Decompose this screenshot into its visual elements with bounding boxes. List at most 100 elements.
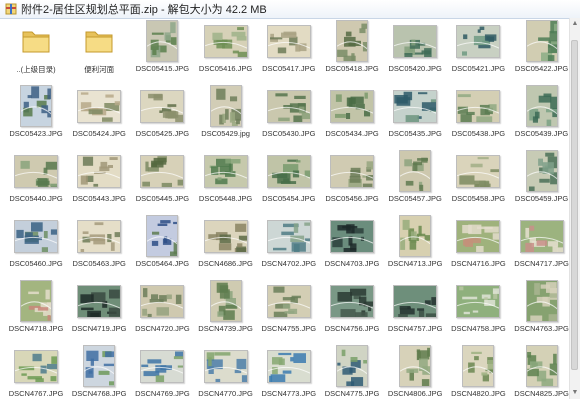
file-item[interactable]: DSCN4763.JPG xyxy=(510,278,574,338)
file-item[interactable]: DSC05424.JPG xyxy=(67,83,131,143)
thumbnail-frame xyxy=(194,278,258,324)
file-item[interactable]: DSC05434.JPG xyxy=(320,83,384,143)
thumbnail-frame xyxy=(320,213,384,259)
file-item[interactable]: DSC05458.JPG xyxy=(446,148,510,208)
file-name: DSCN4820.JPG xyxy=(451,389,506,398)
file-name: DSCN4806.JPG xyxy=(387,389,443,398)
thumbnail-frame xyxy=(446,213,510,259)
image-thumbnail xyxy=(140,284,185,318)
file-name: DSC05430.JPG xyxy=(262,129,316,138)
file-item[interactable]: DSCN4717.JPG xyxy=(510,213,574,273)
folder-item[interactable]: 便利河面 xyxy=(67,18,131,78)
file-item[interactable]: DSCN4720.JPG xyxy=(130,278,194,338)
file-item[interactable]: DSC05425.JPG xyxy=(130,83,194,143)
file-item[interactable]: DSCN4770.JPG xyxy=(194,343,258,403)
thumbnail-frame xyxy=(510,278,574,324)
scroll-thumb[interactable] xyxy=(571,40,578,370)
file-name: DSCN4769.JPG xyxy=(135,389,190,398)
image-thumbnail xyxy=(462,345,495,387)
file-item[interactable]: DSCN4739.JPG xyxy=(194,278,258,338)
thumbnail-frame xyxy=(320,343,384,389)
image-thumbnail xyxy=(456,89,501,123)
image-thumbnail xyxy=(336,20,368,62)
image-thumbnail xyxy=(14,154,58,188)
file-item[interactable]: DSC05430.JPG xyxy=(257,83,321,143)
file-name: DSCN4739.JPG xyxy=(198,324,253,333)
folder-icon xyxy=(22,31,50,53)
file-item[interactable]: DSCN4702.JPG xyxy=(257,213,321,273)
thumbnail-frame xyxy=(67,213,131,259)
file-item[interactable]: DSC05415.JPG xyxy=(130,18,194,78)
file-item[interactable]: DSC05438.JPG xyxy=(446,83,510,143)
thumbnail-frame xyxy=(67,278,131,324)
file-grid: ..(上级目录) 便利河面 DSC05415.JPG DSC05416.JPG DSC0… xyxy=(0,18,570,399)
thumbnail-frame xyxy=(320,18,384,64)
file-item[interactable]: DSC05439.JPG xyxy=(510,83,574,143)
image-thumbnail xyxy=(83,345,116,387)
thumbnail-frame xyxy=(67,18,131,64)
thumbnail-frame xyxy=(320,148,384,194)
file-item[interactable]: DSC05421.JPG xyxy=(446,18,510,78)
file-item[interactable]: DSC05416.JPG xyxy=(194,18,258,78)
file-name: DSC05454.JPG xyxy=(262,194,316,203)
file-item[interactable]: DSC05423.JPG xyxy=(4,83,68,143)
thumbnail-frame xyxy=(446,278,510,324)
file-name: DSCN4713.JPG xyxy=(387,259,443,268)
file-item[interactable]: DSC05464.JPG xyxy=(130,213,194,273)
file-item[interactable]: DSC05443.JPG xyxy=(67,148,131,208)
thumbnail-frame xyxy=(383,18,447,64)
file-item[interactable]: DSCN4686.JPG xyxy=(194,213,258,273)
file-item[interactable]: DSC05456.JPG xyxy=(320,148,384,208)
file-item[interactable]: DSCN4719.JPG xyxy=(67,278,131,338)
image-thumbnail xyxy=(140,89,185,123)
image-thumbnail xyxy=(456,154,501,188)
file-item[interactable]: DSCN4758.JPG xyxy=(446,278,510,338)
thumbnail-frame xyxy=(67,343,131,389)
thumbnail-frame xyxy=(130,148,194,194)
file-item[interactable]: DSCN4755.JPG xyxy=(257,278,321,338)
thumbnail-frame xyxy=(4,343,68,389)
scroll-up-icon[interactable]: ▲ xyxy=(571,20,579,28)
file-item[interactable]: DSCN4773.JPG xyxy=(257,343,321,403)
file-item[interactable]: DSC05420.JPG xyxy=(383,18,447,78)
file-item[interactable]: DSCN4769.JPG xyxy=(130,343,194,403)
file-item[interactable]: DSCN4825.JPG xyxy=(510,343,574,403)
file-item[interactable]: DSC05418.JPG xyxy=(320,18,384,78)
file-item[interactable]: DSCN4768.JPG xyxy=(67,343,131,403)
file-item[interactable]: DSC05460.JPG xyxy=(4,213,68,273)
file-item[interactable]: DSC05429.jpg xyxy=(194,83,258,143)
file-item[interactable]: DSCN4757.JPG xyxy=(383,278,447,338)
folder-icon xyxy=(85,31,113,53)
file-item[interactable]: DSC05454.JPG xyxy=(257,148,321,208)
image-thumbnail xyxy=(266,219,311,253)
image-thumbnail xyxy=(399,345,432,387)
file-item[interactable]: DSC05459.JPG xyxy=(510,148,574,208)
folder-item[interactable]: ..(上级目录) xyxy=(4,18,68,78)
vertical-scrollbar[interactable]: ▲ ▼ xyxy=(569,18,580,399)
file-item[interactable]: DSC05440.JPG xyxy=(4,148,68,208)
thumbnail-frame xyxy=(257,148,321,194)
file-item[interactable]: DSCN4703.JPG xyxy=(320,213,384,273)
file-item[interactable]: DSC05435.JPG xyxy=(383,83,447,143)
file-item[interactable]: DSC05422.JPG xyxy=(510,18,574,78)
file-item[interactable]: DSCN4767.JPG xyxy=(4,343,68,403)
file-name: DSCN4770.JPG xyxy=(198,389,253,398)
file-item[interactable]: DSC05445.JPG xyxy=(130,148,194,208)
thumbnail-frame xyxy=(130,278,194,324)
image-thumbnail xyxy=(336,345,368,387)
file-item[interactable]: DSCN4806.JPG xyxy=(383,343,447,403)
file-item[interactable]: DSC05448.JPG xyxy=(194,148,258,208)
image-thumbnail xyxy=(209,85,242,127)
file-item[interactable]: DSC05457.JPG xyxy=(383,148,447,208)
file-item[interactable]: DSCN4716.JPG xyxy=(446,213,510,273)
file-item[interactable]: DSCN4756.JPG xyxy=(320,278,384,338)
file-item[interactable]: DSCN4820.JPG xyxy=(446,343,510,403)
file-item[interactable]: DSCN4718.JPG xyxy=(4,278,68,338)
file-item[interactable]: DSC05417.JPG xyxy=(257,18,321,78)
scroll-down-icon[interactable]: ▼ xyxy=(571,389,579,397)
file-item[interactable]: DSCN4713.JPG xyxy=(383,213,447,273)
image-thumbnail xyxy=(525,345,558,387)
file-item[interactable]: DSCN4775.JPG xyxy=(320,343,384,403)
file-item[interactable]: DSC05463.JPG xyxy=(67,213,131,273)
image-thumbnail xyxy=(456,284,501,318)
